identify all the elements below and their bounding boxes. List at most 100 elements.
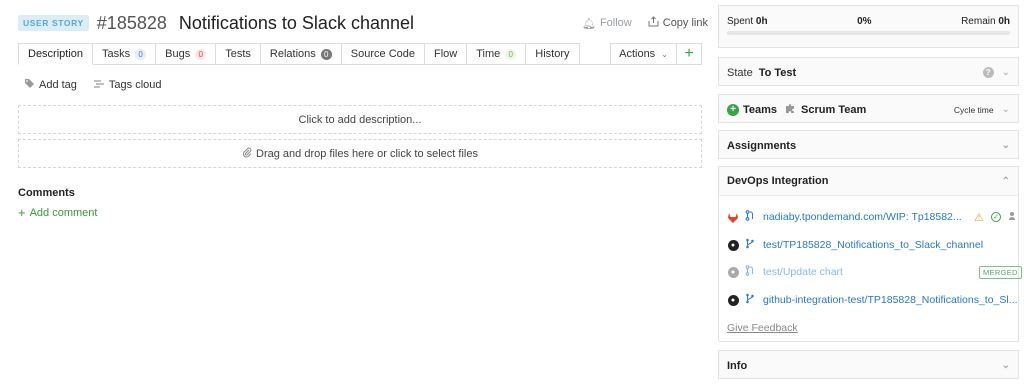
tags-cloud-label: Tags cloud	[108, 79, 162, 91]
tab-count-badge: 0	[320, 48, 332, 60]
chevron-down-icon[interactable]: ⌄	[1002, 104, 1010, 115]
actions-dropdown[interactable]: Actions ⌄	[610, 43, 677, 65]
tab-count-badge: 0	[135, 48, 147, 60]
add-comment-label: Add comment	[29, 206, 98, 219]
spent-value: 0h	[755, 16, 768, 27]
github-icon: ●	[727, 294, 739, 306]
tab-count-badge: 0	[505, 48, 517, 60]
chevron-down-icon: ⌄	[661, 49, 668, 59]
state-label: State	[727, 66, 753, 79]
entity-type-badge: USER STORY	[18, 15, 89, 31]
remain-label: Remain	[961, 16, 996, 27]
branch-icon	[745, 238, 757, 252]
tab-label: Description	[28, 48, 84, 60]
devops-link[interactable]: test/TP185828_Notifications_to_Slack_cha…	[763, 239, 983, 251]
add-button[interactable]: +	[676, 43, 702, 65]
tags-cloud-icon	[93, 79, 105, 92]
tab-bar: Description Tasks 0 Bugs 0 Tests Relations…	[18, 43, 580, 65]
devops-link[interactable]: github-integration-test/TP185828_Notific…	[763, 294, 1018, 306]
chevron-down-icon[interactable]: ⌄	[1002, 67, 1010, 78]
devops-item[interactable]: ● github-integration-test/TP185828_Notif…	[727, 293, 1018, 307]
dropzone-text: Drag and drop files here or click to sel…	[256, 147, 478, 160]
paperclip-icon	[242, 147, 252, 161]
entity-id: #185828	[96, 12, 167, 33]
teams-panel[interactable]: + Teams Scrum Team Cycle time ⌄	[718, 94, 1019, 123]
tags-cloud-button[interactable]: Tags cloud	[93, 79, 162, 92]
info-panel[interactable]: Info ⌄	[718, 350, 1019, 379]
tab-source-code[interactable]: Source Code	[341, 43, 425, 65]
tab-tasks[interactable]: Tasks 0	[93, 43, 157, 65]
remain-readout: Remain 0h	[961, 16, 1010, 27]
merged-badge: MERGED	[979, 265, 1022, 279]
state-panel[interactable]: State To Test ? ⌄	[718, 57, 1019, 86]
tab-label: History	[535, 48, 570, 60]
progress-panel: Spent 0h 0% Remain 0h	[718, 5, 1019, 48]
devops-link[interactable]: test/Update chart	[763, 266, 843, 278]
puzzle-icon	[785, 103, 796, 117]
remain-value: 0h	[998, 16, 1010, 27]
devops-panel: DevOps Integration ⌃ nadiaby.tpondemand.…	[718, 166, 1022, 342]
state-value[interactable]: To Test	[759, 67, 796, 79]
devops-item[interactable]: ● test/TP185828_Notifications_to_Slack_c…	[727, 238, 983, 252]
file-dropzone[interactable]: Drag and drop files here or click to sel…	[18, 139, 702, 168]
chevron-down-icon[interactable]: ⌄	[1002, 140, 1010, 151]
devops-title: DevOps Integration	[727, 175, 829, 187]
tab-label: Source Code	[350, 48, 415, 60]
assignments-panel[interactable]: Assignments ⌄	[718, 130, 1019, 159]
entity-title[interactable]: Notifications to Slack channel	[179, 13, 414, 34]
assignments-title: Assignments	[727, 139, 797, 152]
tags-row: Add tag Tags cloud	[24, 78, 178, 92]
give-feedback-link[interactable]: Give Feedback	[727, 322, 798, 334]
add-comment-button[interactable]: + Add comment	[18, 205, 97, 220]
copy-link-button[interactable]: Copy link	[648, 16, 708, 30]
tab-label: Time	[476, 48, 501, 60]
bell-icon: 🔔︎	[581, 17, 596, 30]
team-name[interactable]: Scrum Team	[801, 104, 866, 116]
spent-readout: Spent 0h	[727, 16, 768, 27]
add-tag-button[interactable]: Add tag	[24, 78, 77, 92]
chevron-up-icon[interactable]: ⌃	[1002, 176, 1010, 187]
tab-label: Bugs	[165, 48, 191, 60]
pull-request-icon	[745, 210, 757, 224]
spent-label: Spent	[727, 16, 754, 27]
tab-flow[interactable]: Flow	[425, 43, 468, 65]
help-icon[interactable]: ?	[982, 67, 994, 78]
tab-bugs[interactable]: Bugs 0	[156, 43, 217, 65]
pull-request-icon	[745, 265, 757, 279]
tag-icon	[24, 78, 35, 92]
chevron-down-icon[interactable]: ⌄	[1002, 360, 1010, 371]
tab-label: Tasks	[102, 48, 131, 60]
warning-icon: ⚠	[974, 211, 984, 224]
github-icon: ●	[727, 239, 739, 251]
reviewer-icon	[1008, 211, 1017, 224]
tab-tests[interactable]: Tests	[216, 43, 261, 65]
gitlab-icon	[727, 211, 739, 223]
github-icon: ●	[727, 266, 739, 278]
description-placeholder: Click to add description...	[298, 113, 422, 126]
tab-description[interactable]: Description	[18, 43, 94, 65]
tab-label: Flow	[434, 48, 458, 60]
tab-label: Tests	[225, 48, 251, 60]
plus-icon: +	[684, 45, 694, 62]
description-editor[interactable]: Click to add description...	[18, 105, 702, 134]
devops-header[interactable]: DevOps Integration ⌃	[719, 167, 1018, 196]
devops-item[interactable]: ● test/Update chart MERGED	[727, 265, 1022, 279]
entity-header: USER STORY #185828 Notifications to Slac…	[18, 10, 708, 36]
check-icon: ✓	[991, 212, 1001, 222]
tab-count-badge: 0	[195, 48, 207, 60]
tab-history[interactable]: History	[526, 43, 580, 65]
info-title: Info	[727, 359, 748, 372]
progress-bar	[727, 31, 1010, 35]
cycle-time-label[interactable]: Cycle time	[954, 105, 994, 115]
devops-link[interactable]: nadiaby.tpondemand.com/WIP: Tp18582...	[763, 211, 962, 223]
follow-button[interactable]: 🔔︎ Follow	[582, 17, 632, 30]
devops-item[interactable]: nadiaby.tpondemand.com/WIP: Tp18582... ⚠…	[727, 210, 1017, 224]
tab-time[interactable]: Time 0	[467, 43, 527, 65]
teams-label: Teams	[743, 103, 778, 116]
tab-label: Relations	[269, 48, 316, 60]
add-team-icon[interactable]: +	[727, 103, 739, 116]
share-icon	[648, 16, 659, 30]
follow-label: Follow	[599, 17, 632, 29]
tab-relations[interactable]: Relations 0	[260, 43, 342, 65]
add-tag-label: Add tag	[39, 79, 77, 91]
